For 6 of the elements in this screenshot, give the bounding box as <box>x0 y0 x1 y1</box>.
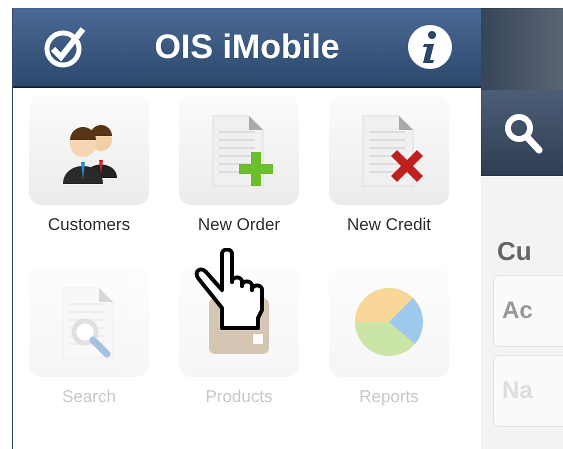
pane-row[interactable]: Ac <box>493 275 563 347</box>
checkmark-logo-icon[interactable] <box>43 25 87 69</box>
search-icon[interactable] <box>503 112 543 154</box>
info-icon[interactable] <box>407 24 453 70</box>
app-title: OIS iMobile <box>154 28 340 66</box>
pane-heading: Cu <box>497 236 533 267</box>
